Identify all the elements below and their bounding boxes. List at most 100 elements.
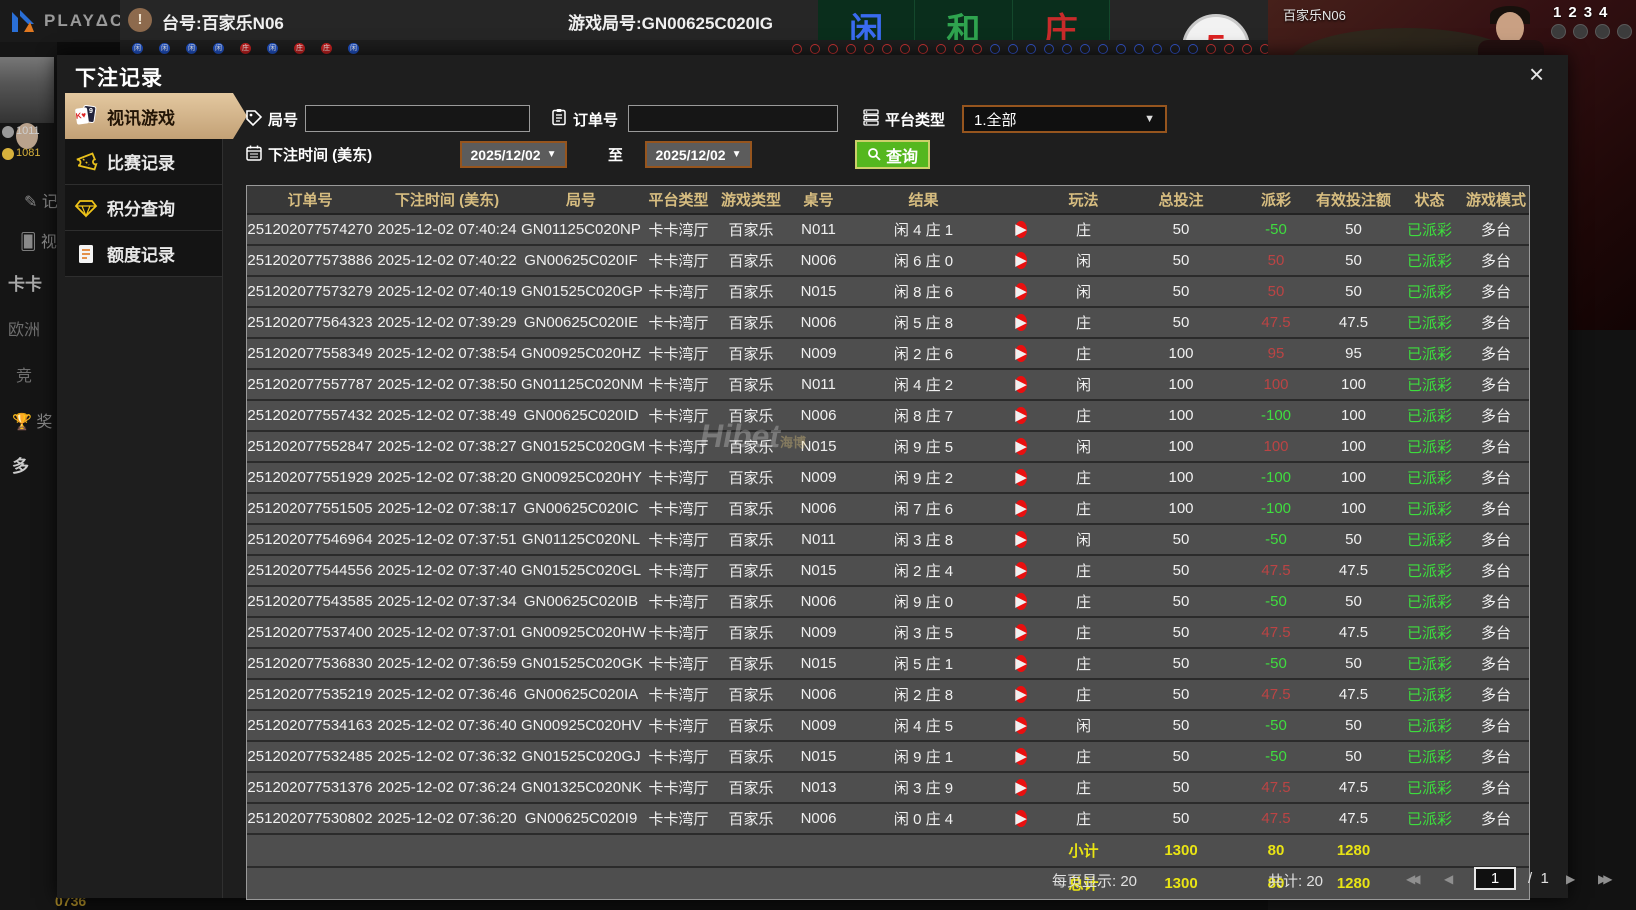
- cell-platform: 卡卡湾厅: [648, 780, 709, 797]
- cell-game-type: 百家乐: [728, 408, 774, 425]
- platform-select[interactable]: 1.全部 ▼: [962, 105, 1167, 133]
- tab-quota-records[interactable]: 额度记录: [65, 231, 222, 277]
- menu-fragment-multi[interactable]: 多: [12, 452, 29, 477]
- roadmap-strip: 闲闲闲闲庄闲庄庄闲: [120, 40, 1288, 55]
- roadmap-dot: [1062, 44, 1072, 54]
- replay-button[interactable]: ▶: [1015, 531, 1027, 548]
- replay-button[interactable]: ▶: [1015, 252, 1027, 269]
- replay-button[interactable]: ▶: [1015, 221, 1027, 238]
- menu-fragment-video[interactable]: 🂠 视: [20, 228, 57, 252]
- replay-button[interactable]: ▶: [1015, 283, 1027, 300]
- cell-total-bet: 50: [1172, 779, 1190, 796]
- cell-total-bet: 50: [1172, 655, 1190, 672]
- column-header: 总投注: [1158, 192, 1204, 209]
- roadmap-dot: [1134, 44, 1144, 54]
- cell-valid-bet: 47.5: [1338, 562, 1369, 579]
- replay-button[interactable]: ▶: [1015, 686, 1027, 703]
- replay-button[interactable]: ▶: [1015, 717, 1027, 734]
- cell-valid-bet: 50: [1345, 221, 1362, 238]
- platform-list-icon: [863, 109, 879, 126]
- round-input[interactable]: [305, 105, 530, 132]
- platform-selected-value: 1.全部: [974, 111, 1017, 129]
- cell-result: 闲 3 庄 5: [893, 625, 954, 642]
- replay-button[interactable]: ▶: [1015, 376, 1027, 393]
- first-page-icon[interactable]: ◀◀: [1406, 872, 1420, 886]
- menu-fragment-prize[interactable]: 🏆 奖: [12, 408, 52, 432]
- camera-dot[interactable]: [1573, 24, 1588, 39]
- cell-game-mode: 多台: [1480, 439, 1511, 456]
- last-page-icon[interactable]: ▶▶: [1598, 872, 1612, 886]
- roadmap-bead: 闲: [159, 43, 170, 54]
- table-row: 251202077573886 2025-12-02 07:40:22 GN0062…: [247, 246, 1529, 277]
- menu-fragment-kaka[interactable]: 卡卡: [8, 270, 42, 295]
- cell-table-no: N015: [800, 748, 837, 765]
- menu-fragment-record[interactable]: ✎ 记: [24, 188, 58, 212]
- replay-button[interactable]: ▶: [1015, 593, 1027, 610]
- column-header: 有效投注额: [1315, 192, 1391, 209]
- close-icon[interactable]: ×: [1529, 61, 1544, 87]
- roadmap-dot: [1206, 44, 1216, 54]
- date-from-select[interactable]: 2025/12/02 ▼: [460, 141, 567, 168]
- cell-game-mode: 多台: [1480, 253, 1511, 270]
- replay-button[interactable]: ▶: [1015, 345, 1027, 362]
- replay-button[interactable]: ▶: [1015, 500, 1027, 517]
- document-icon: [79, 244, 93, 263]
- replay-button[interactable]: ▶: [1015, 624, 1027, 641]
- cell-status: 已派彩: [1406, 501, 1452, 518]
- replay-button[interactable]: ▶: [1015, 655, 1027, 672]
- user-avatar[interactable]: [0, 57, 54, 149]
- search-button[interactable]: 查询: [855, 140, 930, 169]
- page-number-input[interactable]: [1474, 867, 1516, 890]
- cell-platform: 卡卡湾厅: [648, 408, 709, 425]
- cell-result: 闲 4 庄 5: [893, 718, 954, 735]
- menu-fragment-europe[interactable]: 欧洲: [8, 316, 40, 340]
- cell-platform: 卡卡湾厅: [648, 594, 709, 611]
- svg-text:K♥: K♥: [75, 110, 87, 120]
- roadmap-bead: 闲: [267, 43, 278, 54]
- date-to-select[interactable]: 2025/12/02 ▼: [645, 141, 752, 168]
- menu-fragment-jing[interactable]: 竞: [16, 362, 32, 386]
- replay-button[interactable]: ▶: [1015, 314, 1027, 331]
- camera-dot[interactable]: [1551, 24, 1566, 39]
- prev-page-icon[interactable]: ◀: [1444, 872, 1453, 886]
- replay-button[interactable]: ▶: [1015, 469, 1027, 486]
- order-input[interactable]: [628, 105, 838, 132]
- tab-match-records[interactable]: 比赛记录: [65, 139, 222, 185]
- cell-valid-bet: 50: [1345, 748, 1362, 765]
- roadmap-dot: [1026, 44, 1036, 54]
- cell-order-no: 251202077530802: [247, 810, 373, 827]
- replay-button[interactable]: ▶: [1015, 438, 1027, 455]
- alert-icon: !: [128, 8, 152, 32]
- user-id-fragment: 1011: [16, 125, 40, 137]
- bet-records-table: 订单号 下注时间 (美东) 局号 平台类型 游戏类型 桌号 结果 玩法 总投注 派彩 有效投注额 状态…: [246, 185, 1530, 900]
- cell-payout: -50: [1265, 531, 1287, 548]
- game-round-label: 游戏局号:GN00625C020IG: [568, 14, 774, 33]
- cell-wager-type: 庄: [1075, 749, 1091, 766]
- cell-wager-type: 闲: [1075, 718, 1091, 735]
- roadmap-dot: [1116, 44, 1126, 54]
- cell-result: 闲 9 庄 0: [893, 594, 954, 611]
- replay-button[interactable]: ▶: [1015, 810, 1027, 827]
- clipboard-icon: [552, 109, 566, 126]
- camera-dot[interactable]: [1617, 24, 1632, 39]
- camera-dot[interactable]: [1595, 24, 1610, 39]
- cell-total-bet: 50: [1172, 810, 1190, 827]
- cell-status: 已派彩: [1406, 780, 1452, 797]
- cell-order-no: 251202077532485: [247, 748, 373, 765]
- roadmap-bead: 庄: [294, 43, 305, 54]
- camera-number[interactable]: 2: [1568, 4, 1576, 21]
- replay-button[interactable]: ▶: [1015, 407, 1027, 424]
- camera-number[interactable]: 1: [1553, 4, 1561, 21]
- camera-number[interactable]: 3: [1584, 4, 1592, 21]
- replay-button[interactable]: ▶: [1015, 748, 1027, 765]
- next-page-icon[interactable]: ▶: [1566, 872, 1575, 886]
- replay-button[interactable]: ▶: [1015, 779, 1027, 796]
- tab-points-query[interactable]: 积分查询: [65, 185, 222, 231]
- cell-game-type: 百家乐: [728, 594, 774, 611]
- cell-result: 闲 0 庄 4: [893, 811, 954, 828]
- cell-order-no: 251202077557787: [247, 376, 373, 393]
- tab-video-games[interactable]: 9 K♥ 视讯游戏: [65, 93, 247, 139]
- replay-button[interactable]: ▶: [1015, 562, 1027, 579]
- cell-total-bet: 100: [1168, 407, 1194, 424]
- camera-number[interactable]: 4: [1599, 4, 1607, 21]
